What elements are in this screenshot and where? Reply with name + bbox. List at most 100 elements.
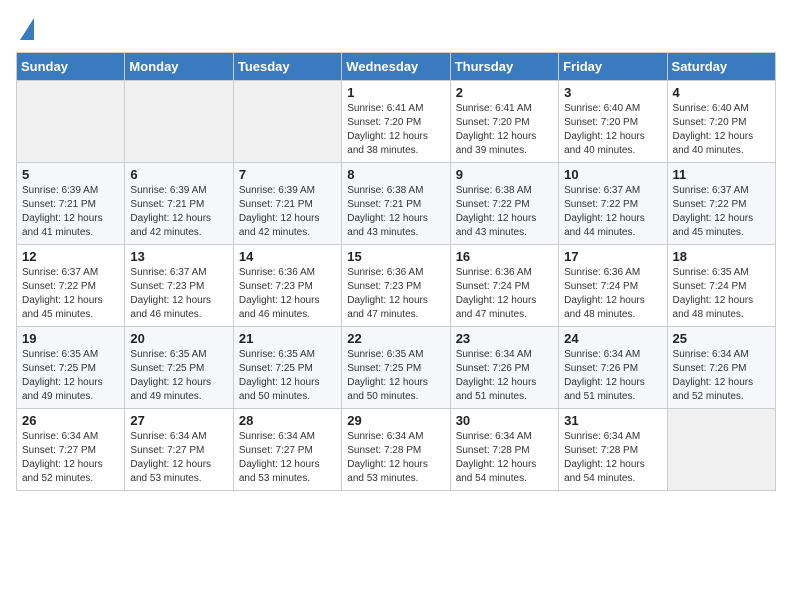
day-cell: 23Sunrise: 6:34 AMSunset: 7:26 PMDayligh… [450,327,558,409]
sunrise-text: Sunrise: 6:34 AM [456,348,553,362]
daylight-text: Daylight: 12 hours and 47 minutes. [456,294,553,322]
daylight-text: Daylight: 12 hours and 40 minutes. [673,130,770,158]
day-cell: 9Sunrise: 6:38 AMSunset: 7:22 PMDaylight… [450,163,558,245]
day-info: Sunrise: 6:41 AMSunset: 7:20 PMDaylight:… [347,102,444,158]
day-info: Sunrise: 6:39 AMSunset: 7:21 PMDaylight:… [22,184,119,240]
day-cell: 16Sunrise: 6:36 AMSunset: 7:24 PMDayligh… [450,245,558,327]
sunset-text: Sunset: 7:22 PM [564,198,661,212]
col-header-thursday: Thursday [450,53,558,81]
sunrise-text: Sunrise: 6:36 AM [564,266,661,280]
daylight-text: Daylight: 12 hours and 43 minutes. [456,212,553,240]
day-number: 22 [347,331,444,346]
daylight-text: Daylight: 12 hours and 46 minutes. [239,294,336,322]
daylight-text: Daylight: 12 hours and 40 minutes. [564,130,661,158]
sunset-text: Sunset: 7:20 PM [456,116,553,130]
day-info: Sunrise: 6:39 AMSunset: 7:21 PMDaylight:… [239,184,336,240]
day-info: Sunrise: 6:36 AMSunset: 7:23 PMDaylight:… [239,266,336,322]
daylight-text: Daylight: 12 hours and 53 minutes. [239,458,336,486]
week-row-4: 19Sunrise: 6:35 AMSunset: 7:25 PMDayligh… [17,327,776,409]
sunset-text: Sunset: 7:25 PM [347,362,444,376]
day-number: 10 [564,167,661,182]
sunrise-text: Sunrise: 6:38 AM [456,184,553,198]
day-info: Sunrise: 6:40 AMSunset: 7:20 PMDaylight:… [673,102,770,158]
daylight-text: Daylight: 12 hours and 49 minutes. [22,376,119,404]
logo [16,16,34,40]
day-number: 14 [239,249,336,264]
day-info: Sunrise: 6:35 AMSunset: 7:25 PMDaylight:… [347,348,444,404]
day-info: Sunrise: 6:35 AMSunset: 7:24 PMDaylight:… [673,266,770,322]
day-info: Sunrise: 6:34 AMSunset: 7:27 PMDaylight:… [130,430,227,486]
day-info: Sunrise: 6:35 AMSunset: 7:25 PMDaylight:… [130,348,227,404]
day-cell [125,81,233,163]
daylight-text: Daylight: 12 hours and 45 minutes. [673,212,770,240]
day-number: 11 [673,167,770,182]
day-number: 13 [130,249,227,264]
sunrise-text: Sunrise: 6:37 AM [22,266,119,280]
day-cell: 21Sunrise: 6:35 AMSunset: 7:25 PMDayligh… [233,327,341,409]
sunset-text: Sunset: 7:20 PM [564,116,661,130]
daylight-text: Daylight: 12 hours and 42 minutes. [130,212,227,240]
sunrise-text: Sunrise: 6:35 AM [130,348,227,362]
day-cell: 22 Sunrise: 6:35 AMSunset: 7:25 PMDayligh… [342,327,450,409]
day-info: Sunrise: 6:34 AMSunset: 7:26 PMDaylight:… [456,348,553,404]
sunrise-text: Sunrise: 6:40 AM [673,102,770,116]
week-row-2: 5 Sunrise: 6:39 AMSunset: 7:21 PMDaylight… [17,163,776,245]
day-info: Sunrise: 6:38 AMSunset: 7:22 PMDaylight:… [456,184,553,240]
sunrise-text: Sunrise: 6:37 AM [130,266,227,280]
day-info: Sunrise: 6:36 AMSunset: 7:23 PMDaylight:… [347,266,444,322]
day-cell: 25Sunrise: 6:34 AMSunset: 7:26 PMDayligh… [667,327,775,409]
day-number: 5 [22,167,119,182]
sunset-text: Sunset: 7:25 PM [22,362,119,376]
sunset-text: Sunset: 7:22 PM [456,198,553,212]
calendar-header-row: SundayMondayTuesdayWednesdayThursdayFrid… [17,53,776,81]
day-number: 18 [673,249,770,264]
day-info: Sunrise: 6:37 AMSunset: 7:23 PMDaylight:… [130,266,227,322]
day-number: 2 [456,85,553,100]
sunrise-text: Sunrise: 6:34 AM [239,430,336,444]
day-cell: 13 Sunrise: 6:37 AMSunset: 7:23 PMDayligh… [125,245,233,327]
daylight-text: Daylight: 12 hours and 50 minutes. [239,376,336,404]
day-number: 20 [130,331,227,346]
page: SundayMondayTuesdayWednesdayThursdayFrid… [0,0,792,507]
day-cell: 31Sunrise: 6:34 AMSunset: 7:28 PMDayligh… [559,409,667,491]
sunset-text: Sunset: 7:21 PM [239,198,336,212]
daylight-text: Daylight: 12 hours and 39 minutes. [456,130,553,158]
day-cell: 18 Sunrise: 6:35 AMSunset: 7:24 PMDayligh… [667,245,775,327]
day-number: 1 [347,85,444,100]
day-cell: 28Sunrise: 6:34 AMSunset: 7:27 PMDayligh… [233,409,341,491]
daylight-text: Daylight: 12 hours and 42 minutes. [239,212,336,240]
col-header-friday: Friday [559,53,667,81]
day-cell: 19Sunrise: 6:35 AMSunset: 7:25 PMDayligh… [17,327,125,409]
sunset-text: Sunset: 7:22 PM [22,280,119,294]
daylight-text: Daylight: 12 hours and 54 minutes. [456,458,553,486]
day-number: 3 [564,85,661,100]
day-cell [233,81,341,163]
header [16,16,776,40]
logo-triangle-icon [20,18,34,40]
day-info: Sunrise: 6:34 AMSunset: 7:27 PMDaylight:… [239,430,336,486]
daylight-text: Daylight: 12 hours and 48 minutes. [564,294,661,322]
day-info: Sunrise: 6:34 AMSunset: 7:28 PMDaylight:… [564,430,661,486]
day-number: 27 [130,413,227,428]
day-cell: 3Sunrise: 6:40 AMSunset: 7:20 PMDaylight… [559,81,667,163]
sunset-text: Sunset: 7:27 PM [22,444,119,458]
day-number: 6 [130,167,227,182]
daylight-text: Daylight: 12 hours and 48 minutes. [673,294,770,322]
sunrise-text: Sunrise: 6:37 AM [673,184,770,198]
day-cell [17,81,125,163]
sunrise-text: Sunrise: 6:34 AM [564,430,661,444]
day-cell: 20 Sunrise: 6:35 AMSunset: 7:25 PMDayligh… [125,327,233,409]
daylight-text: Daylight: 12 hours and 53 minutes. [347,458,444,486]
sunset-text: Sunset: 7:24 PM [673,280,770,294]
daylight-text: Daylight: 12 hours and 47 minutes. [347,294,444,322]
week-row-1: 1 Sunrise: 6:41 AMSunset: 7:20 PMDaylight… [17,81,776,163]
daylight-text: Daylight: 12 hours and 52 minutes. [22,458,119,486]
day-cell: 29Sunrise: 6:34 AMSunset: 7:28 PMDayligh… [342,409,450,491]
day-cell: 5 Sunrise: 6:39 AMSunset: 7:21 PMDaylight… [17,163,125,245]
sunset-text: Sunset: 7:28 PM [347,444,444,458]
sunset-text: Sunset: 7:26 PM [456,362,553,376]
sunset-text: Sunset: 7:28 PM [456,444,553,458]
day-info: Sunrise: 6:39 AMSunset: 7:21 PMDaylight:… [130,184,227,240]
day-number: 7 [239,167,336,182]
sunrise-text: Sunrise: 6:34 AM [22,430,119,444]
